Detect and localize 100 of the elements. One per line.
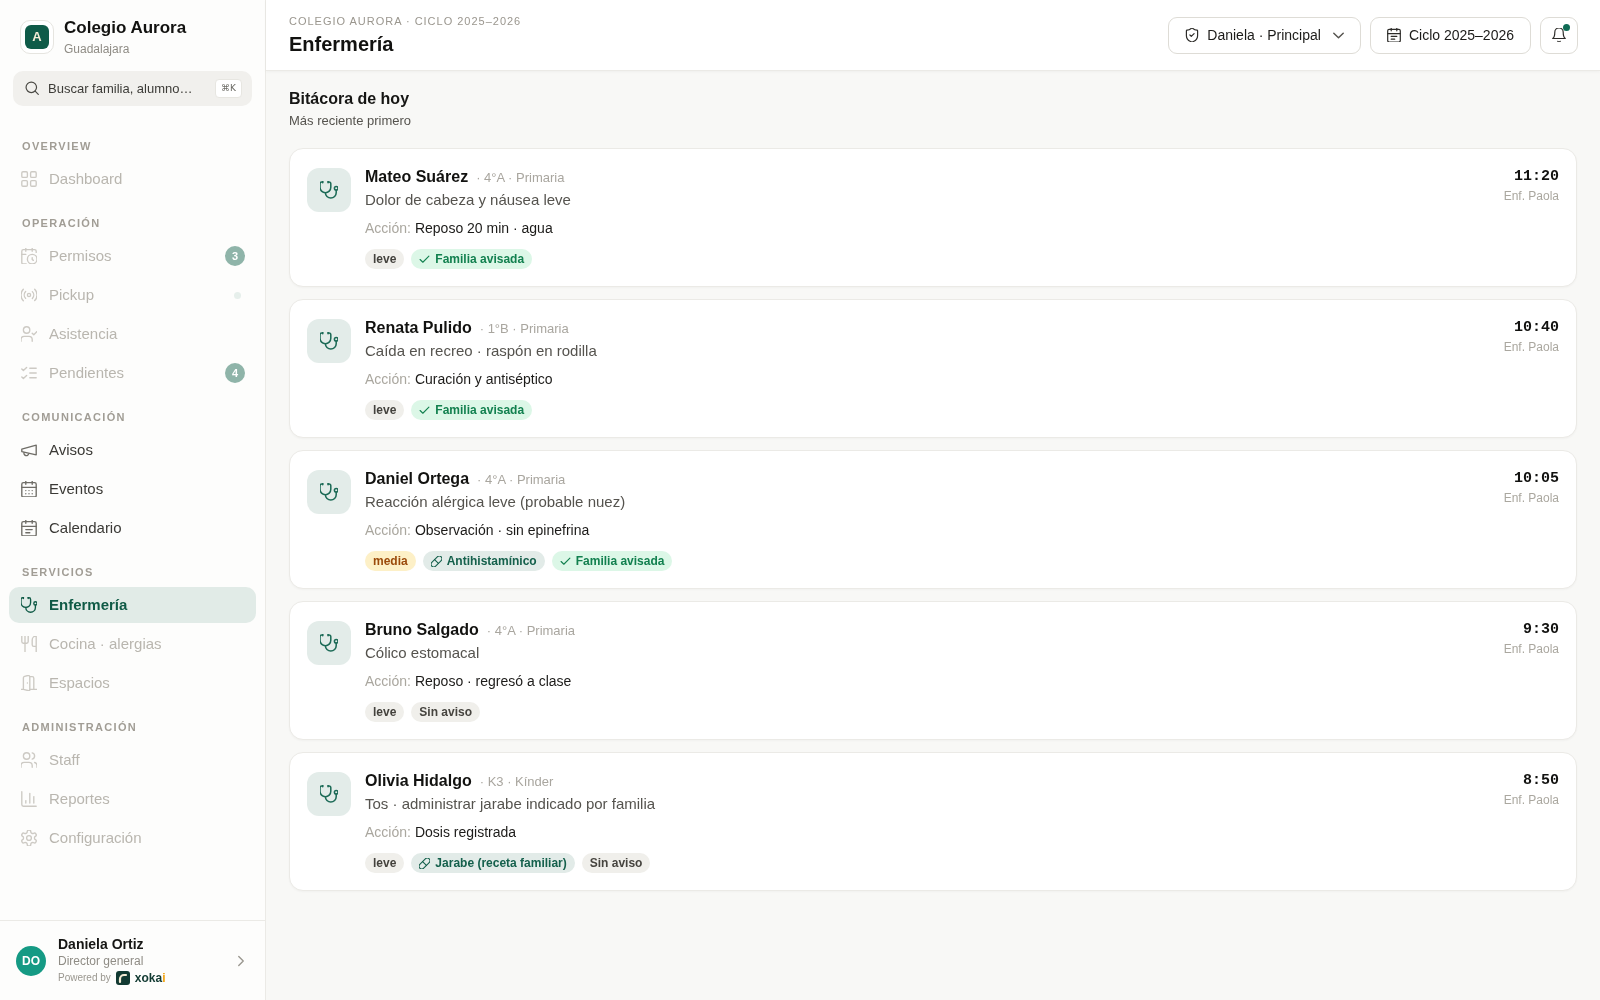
student-name: Daniel Ortega bbox=[365, 469, 470, 489]
user-role: Director general bbox=[58, 952, 145, 969]
incident-description: Reacción alérgica leve (probable nuez) bbox=[365, 492, 627, 512]
signal-icon bbox=[21, 287, 37, 303]
severity-tag: leve bbox=[365, 400, 405, 420]
stethoscope-icon bbox=[307, 772, 351, 816]
brand-name: xokai bbox=[134, 969, 166, 987]
incident-description: Cólico estomacal bbox=[365, 643, 481, 663]
stethoscope-icon bbox=[307, 621, 351, 665]
entry-time: 9:30 bbox=[1523, 620, 1559, 640]
user-avatar: DO bbox=[16, 945, 46, 976]
check-icon bbox=[419, 404, 431, 416]
entry-time: 8:50 bbox=[1523, 771, 1559, 791]
section-heading: COMUNICACIÓN bbox=[21, 410, 127, 425]
severity-tag: leve bbox=[365, 249, 405, 269]
school-logo: A bbox=[20, 20, 54, 54]
student-meta: · 1°B · Primaria bbox=[479, 320, 569, 338]
action-text: Reposo · regresó a clase bbox=[414, 672, 572, 691]
bell-icon bbox=[1552, 28, 1566, 42]
check-icon bbox=[559, 555, 571, 567]
calendar-icon bbox=[21, 520, 37, 536]
chevron-down-icon bbox=[1332, 29, 1344, 41]
student-name: Bruno Salgado bbox=[365, 620, 479, 640]
check-icon bbox=[419, 253, 431, 265]
nav-item[interactable]: Calendario bbox=[9, 510, 256, 546]
action-label: Acción: bbox=[365, 672, 411, 691]
notice-tag: Sin aviso bbox=[581, 853, 651, 873]
count-badge: 4 bbox=[225, 363, 245, 383]
fork-knife-icon bbox=[21, 636, 37, 652]
door-icon bbox=[21, 675, 37, 691]
incident-description: Caída en recreo · raspón en rodilla bbox=[365, 341, 598, 361]
settings-icon bbox=[21, 830, 37, 846]
notice-text: Familia avisada bbox=[435, 402, 525, 419]
calendar-icon bbox=[1386, 28, 1401, 42]
incident-description: Tos · administrar jarabe indicado por familia bbox=[365, 794, 657, 814]
user-check-icon bbox=[21, 326, 37, 342]
count-badge: 3 bbox=[225, 246, 245, 266]
section-heading: SERVICIOS bbox=[21, 565, 95, 580]
stethoscope-icon bbox=[21, 597, 37, 613]
page-title: Enfermería bbox=[289, 31, 395, 57]
nav-item[interactable]: Enfermería bbox=[9, 587, 256, 623]
severity-tag: leve bbox=[365, 702, 405, 722]
incident-description: Dolor de cabeza y náusea leve bbox=[365, 190, 572, 210]
nav-item[interactable]: Avisos bbox=[9, 432, 256, 468]
nurse-name: Enf. Paola bbox=[1503, 792, 1559, 808]
student-meta: · 4°A · Primaria bbox=[476, 169, 565, 187]
school-name: Colegio Aurora bbox=[64, 17, 187, 39]
calendar-icon bbox=[21, 481, 37, 497]
megaphone-icon bbox=[21, 442, 37, 458]
powered-by-label: Powered by bbox=[58, 971, 111, 985]
notifications-button[interactable] bbox=[1540, 16, 1578, 54]
pill-icon bbox=[430, 555, 442, 567]
student-name: Olivia Hidalgo bbox=[365, 771, 472, 791]
action-label: Acción: bbox=[365, 370, 411, 389]
users-icon bbox=[21, 752, 37, 768]
entry-time: 10:05 bbox=[1514, 469, 1559, 489]
user-name: Daniela Ortiz bbox=[58, 934, 145, 953]
action-text: Dosis registrada bbox=[414, 823, 517, 842]
calendar-clock-icon bbox=[21, 248, 37, 264]
action-text: Curación y antiséptico bbox=[414, 370, 553, 389]
nav-item[interactable]: Eventos bbox=[9, 471, 256, 507]
entry-time: 10:40 bbox=[1514, 318, 1559, 338]
nurse-name: Enf. Paola bbox=[1503, 490, 1559, 506]
section-heading: ADMINISTRACIÓN bbox=[21, 720, 139, 735]
medication-name: Antihistamínico bbox=[446, 553, 537, 570]
nurse-name: Enf. Paola bbox=[1503, 339, 1559, 355]
nurse-name: Enf. Paola bbox=[1503, 188, 1559, 204]
grid-icon bbox=[21, 171, 37, 187]
stethoscope-icon bbox=[307, 168, 351, 212]
cycle-button[interactable]: Ciclo 2025–2026 bbox=[1369, 16, 1531, 54]
severity-tag: leve bbox=[365, 853, 405, 873]
search-icon bbox=[25, 81, 39, 95]
action-label: Acción: bbox=[365, 823, 411, 842]
shortcut-key: ⌘K bbox=[215, 79, 242, 98]
action-label: Acción: bbox=[365, 521, 411, 540]
severity-tag: media bbox=[365, 551, 416, 571]
role-menu-button[interactable]: Daniela · Principal bbox=[1168, 16, 1361, 54]
bar-chart-icon bbox=[21, 791, 37, 807]
school-city: Guadalajara bbox=[64, 41, 131, 57]
action-label: Acción: bbox=[365, 219, 411, 238]
student-meta: · 4°A · Primaria bbox=[486, 622, 576, 640]
section-title: Bitácora de hoy bbox=[289, 89, 411, 109]
section-heading: OVERVIEW bbox=[21, 139, 93, 154]
notice-text: Familia avisada bbox=[575, 553, 665, 570]
checklist-icon bbox=[21, 365, 37, 381]
pill-icon bbox=[419, 857, 431, 869]
action-text: Reposo 20 min · agua bbox=[414, 219, 553, 238]
section-heading: OPERACIÓN bbox=[21, 216, 102, 231]
logo-icon bbox=[115, 970, 130, 985]
nurse-name: Enf. Paola bbox=[1503, 641, 1559, 657]
notice-text: Familia avisada bbox=[435, 251, 525, 268]
medication-name: Jarabe (receta familiar) bbox=[435, 855, 567, 872]
entry-time: 11:20 bbox=[1514, 167, 1559, 187]
student-name: Renata Pulido bbox=[365, 318, 472, 338]
section-subtitle: Más reciente primero bbox=[289, 112, 413, 130]
student-meta: · K3 · Kínder bbox=[479, 773, 554, 791]
notice-tag: Sin aviso bbox=[411, 702, 481, 722]
student-meta: · 4°A · Primaria bbox=[477, 471, 566, 489]
stethoscope-icon bbox=[307, 319, 351, 363]
student-name: Mateo Suárez bbox=[365, 167, 469, 187]
